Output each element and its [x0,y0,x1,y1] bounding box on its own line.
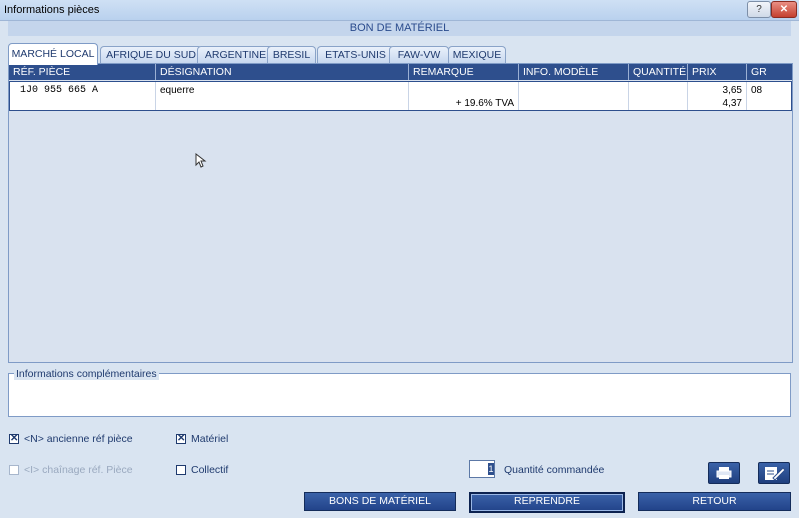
col-designation[interactable]: DÉSIGNATION [156,64,409,80]
tab-etats-unis[interactable]: ETATS-UNIS [317,46,394,64]
tab-marche-local[interactable]: MARCHÉ LOCAL [8,43,98,65]
mouse-cursor-icon [195,153,207,168]
cell-ref: 1J0 955 665 A [10,82,156,110]
close-button[interactable]: ✕ [771,1,797,18]
bons-de-materiel-button[interactable]: BONS DE MATÉRIEL [304,492,456,511]
col-info-modele[interactable]: INFO. MODÈLE [519,64,629,80]
table-header: RÉF. PIÈCE DÉSIGNATION REMARQUE INFO. MO… [9,64,792,80]
edit-icon [765,467,786,481]
tab-mexique[interactable]: MEXIQUE [448,46,506,64]
ancienne-ref-checkbox[interactable]: ✕ [9,434,19,444]
tab-argentine[interactable]: ARGENTINE [197,46,274,64]
table-row[interactable]: 1J0 955 665 A equerre + 19.6% TVA 3,65 4… [9,81,792,111]
chainage-checkbox[interactable] [9,465,19,475]
collectif-label[interactable]: Collectif [191,464,228,476]
col-ref[interactable]: RÉF. PIÈCE [9,64,156,80]
tab-afrique-du-sud[interactable]: AFRIQUE DU SUD [100,46,202,64]
cell-prix: 3,65 4,37 [688,82,747,110]
quantity-value: 1 [488,463,494,475]
help-button[interactable]: ? [747,1,771,18]
ancienne-ref-label[interactable]: <N> ancienne réf pièce [24,433,133,445]
edit-button[interactable] [758,462,790,484]
cell-remarque: + 19.6% TVA [409,82,519,110]
price-ht: 3,65 [722,85,742,96]
materiel-label[interactable]: Matériel [191,433,228,445]
bon-header: BON DE MATÉRIEL [8,21,791,36]
window-title: Informations pièces [4,4,100,16]
collectif-checkbox[interactable] [176,465,186,475]
chainage-label[interactable]: <I> chaînage réf. Pièce [24,464,133,476]
materiel-checkbox[interactable]: ✕ [176,434,186,444]
cell-designation: equerre [156,82,409,110]
tab-faw-vw[interactable]: FAW-VW [389,46,449,64]
col-prix[interactable]: PRIX [688,64,747,80]
vat-note: + 19.6% TVA [455,98,514,109]
col-gr[interactable]: GR [747,64,792,80]
reprendre-button[interactable]: REPRENDRE [469,492,625,513]
window-titlebar: Informations pièces ? ✕ [0,0,799,21]
quantity-input[interactable]: 1 [469,460,495,478]
print-button[interactable] [708,462,740,484]
printer-icon [716,467,732,479]
info-complementaires-label: Informations complémentaires [14,368,159,380]
cell-gr: 08 [751,85,763,96]
col-quantite[interactable]: QUANTITÉ [629,64,688,80]
col-remarque[interactable]: REMARQUE [409,64,519,80]
quantity-label: Quantité commandée [504,464,605,476]
cell-info-modele [519,82,629,110]
cell-quantite [629,82,688,110]
retour-button[interactable]: RETOUR [638,492,791,511]
price-ttc: 4,37 [722,98,742,109]
parts-table: RÉF. PIÈCE DÉSIGNATION REMARQUE INFO. MO… [8,63,793,363]
tab-bresil[interactable]: BRESIL [267,46,316,64]
